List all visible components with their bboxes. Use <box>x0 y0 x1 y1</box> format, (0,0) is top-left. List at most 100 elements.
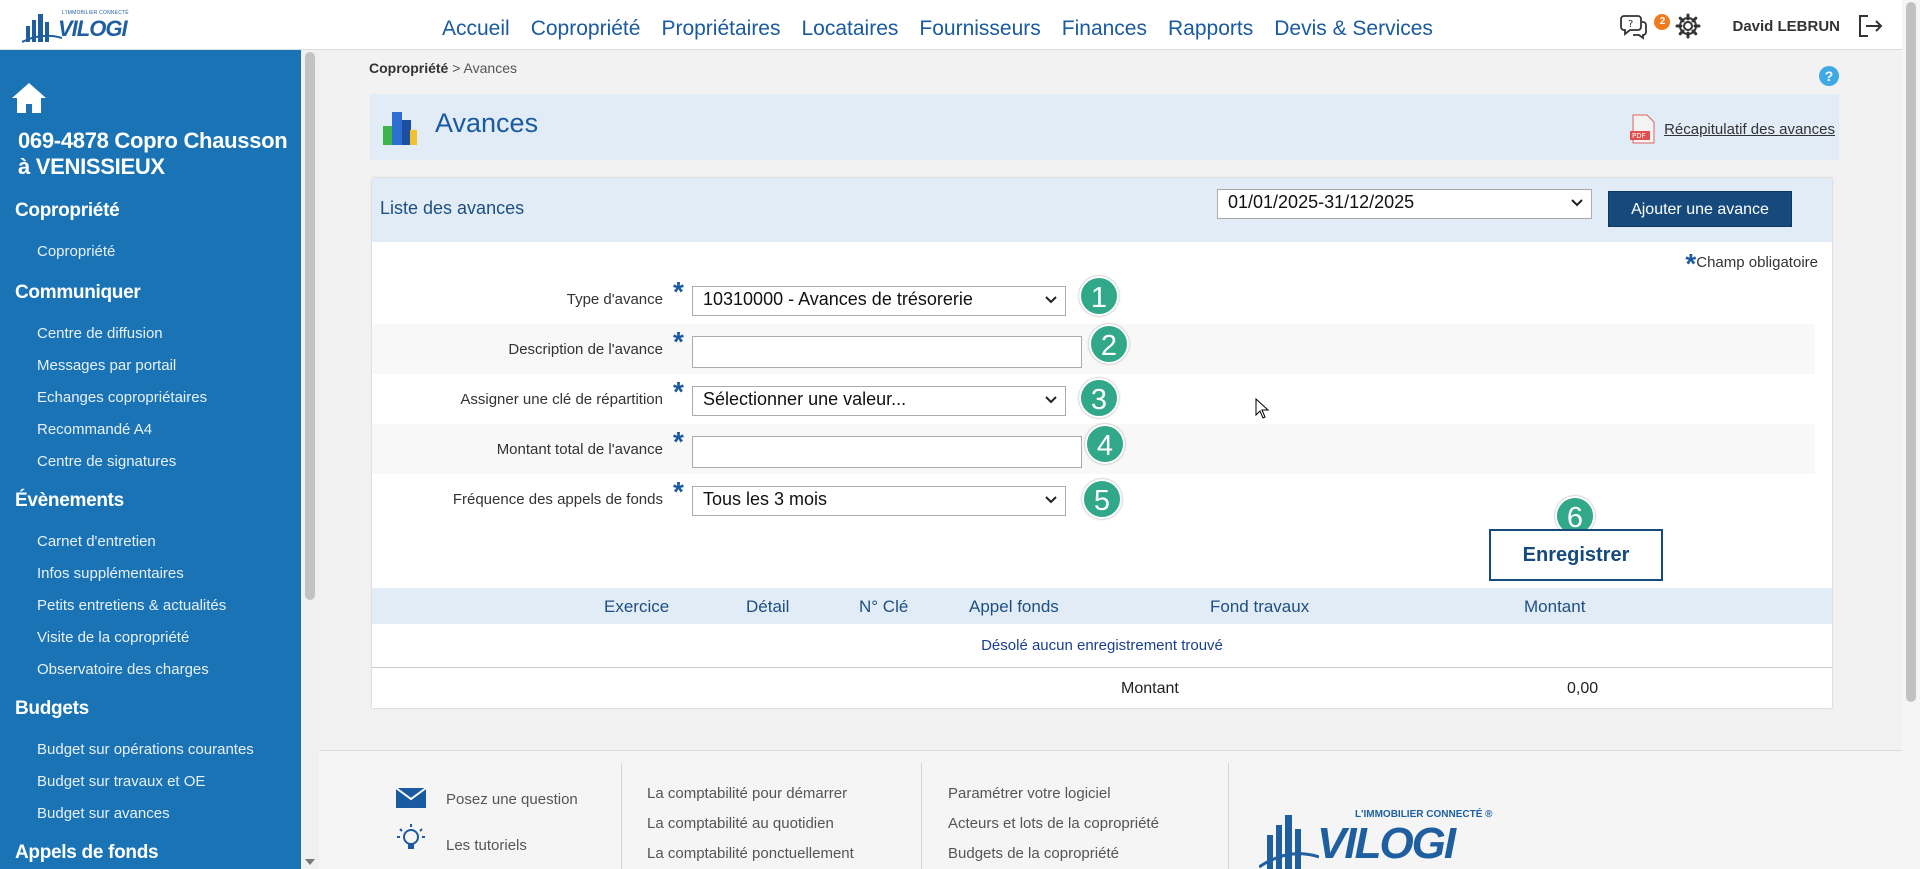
required-star: * <box>673 376 684 407</box>
page-scroll-thumb[interactable] <box>1906 2 1916 702</box>
sidebar-item-infos[interactable]: Infos supplémentaires <box>37 565 184 582</box>
description-input[interactable] <box>692 336 1082 368</box>
column-fond-travaux[interactable]: Fond travaux <box>1210 597 1309 617</box>
sidebar-item-messages-portail[interactable]: Messages par portail <box>37 357 176 374</box>
panel-header: Liste des avances 01/01/2025-31/12/2025 … <box>372 178 1832 242</box>
footer-budgets[interactable]: Budgets de la copropriété <box>948 845 1119 862</box>
required-note-text: Champ obligatoire <box>1696 254 1818 271</box>
add-avance-button[interactable]: Ajouter une avance <box>1608 191 1792 227</box>
breadcrumb-parent[interactable]: Copropriété <box>369 60 448 76</box>
user-name[interactable]: David LEBRUN <box>1732 18 1840 35</box>
logout-icon[interactable] <box>1856 12 1884 40</box>
home-icon[interactable] <box>10 80 48 116</box>
footer-divider <box>621 763 622 869</box>
nav-accueil[interactable]: Accueil <box>442 17 510 41</box>
nav-locataires[interactable]: Locataires <box>802 17 899 41</box>
support-chat-button[interactable]: ? 2 <box>1620 12 1671 40</box>
footer-divider <box>1228 763 1229 869</box>
frequence-select[interactable]: Tous les 3 mois <box>692 486 1066 516</box>
sidebar-item-echanges[interactable]: Echanges copropriétaires <box>37 389 207 406</box>
type-avance-select[interactable]: 10310000 - Avances de trésorerie <box>692 286 1066 316</box>
form-row-type: Type d'avance * 10310000 - Avances de tr… <box>372 274 1815 324</box>
frequence-value: Tous les 3 mois <box>703 489 828 509</box>
help-question-icon[interactable]: ? <box>1819 66 1839 86</box>
nav-fournisseurs[interactable]: Fournisseurs <box>919 17 1040 41</box>
user-area: ? 2 David LEBRUN <box>1620 12 1884 40</box>
sidebar-item-signatures[interactable]: Centre de signatures <box>37 453 176 470</box>
chat-question-icon: ? <box>1620 15 1648 40</box>
nav-proprietaires[interactable]: Propriétaires <box>661 17 780 41</box>
logo-buildings-icon <box>1259 815 1319 869</box>
montant-input[interactable] <box>692 436 1082 468</box>
svg-text:PDF: PDF <box>1632 132 1646 140</box>
page-scrollbar[interactable] <box>1902 0 1920 869</box>
column-no-cle[interactable]: N° Clé <box>859 597 908 617</box>
sidebar-item-carnet[interactable]: Carnet d'entretien <box>37 533 156 550</box>
sidebar-item-budget-travaux[interactable]: Budget sur travaux et OE <box>37 773 205 790</box>
sidebar-item-recommande[interactable]: Recommandé A4 <box>37 421 152 438</box>
recap-pdf-link[interactable]: PDF Récapitulatif des avances <box>1630 114 1835 144</box>
footer-compta-quotidien[interactable]: La comptabilité au quotidien <box>647 815 834 832</box>
sidebar-item-visite[interactable]: Visite de la copropriété <box>37 629 189 646</box>
notification-badge: 2 <box>1654 14 1671 30</box>
description-label: Description de l'avance <box>508 341 663 358</box>
lightbulb-icon <box>397 824 425 849</box>
step-marker-1: 1 <box>1079 276 1119 316</box>
form-row-montant: Montant total de l'avance * 4 <box>372 424 1815 474</box>
logo-buildings-icon <box>22 14 62 43</box>
form-row-frequence: Fréquence des appels de fonds * Tous les… <box>372 474 1815 524</box>
cle-repartition-select[interactable]: Sélectionner une valeur... <box>692 386 1066 416</box>
save-button[interactable]: Enregistrer <box>1489 529 1663 581</box>
cle-repartition-value: Sélectionner une valeur... <box>703 389 907 409</box>
sidebar-section-evenements[interactable]: Évènements <box>15 490 124 512</box>
footer-vilogi-logo: L'IMMOBILIER CONNECTÉ ® VILOGI <box>1259 805 1519 869</box>
footer-posez-question[interactable]: Posez une question <box>446 791 578 808</box>
column-detail[interactable]: Détail <box>746 597 789 617</box>
sidebar-section-communiquer[interactable]: Communiquer <box>15 282 141 304</box>
sidebar-item-petits-entretiens[interactable]: Petits entretiens & actualités <box>37 597 226 614</box>
period-value: 01/01/2025-31/12/2025 <box>1228 192 1415 212</box>
footer-divider <box>921 763 922 869</box>
period-select[interactable]: 01/01/2025-31/12/2025 <box>1217 189 1592 219</box>
sidebar-section-appels-fonds[interactable]: Appels de fonds <box>15 842 159 864</box>
footer-acteurs-lots[interactable]: Acteurs et lots de la copropriété <box>948 815 1159 832</box>
nav-devis-services[interactable]: Devis & Services <box>1274 17 1433 41</box>
sidebar-section-copropriete[interactable]: Copropriété <box>15 200 120 222</box>
main-content: Copropriété > Avances ? Avances PDF Réca… <box>319 50 1902 869</box>
sidebar-item-centre-diffusion[interactable]: Centre de diffusion <box>37 325 163 342</box>
breadcrumb-current: Avances <box>463 60 517 76</box>
gear-icon[interactable] <box>1674 12 1702 40</box>
footer-compta-ponctuel[interactable]: La comptabilité ponctuellement <box>647 845 854 862</box>
nav-rapports[interactable]: Rapports <box>1168 17 1253 41</box>
footer-tutoriels[interactable]: Les tutoriels <box>446 837 527 854</box>
column-exercice[interactable]: Exercice <box>604 597 669 617</box>
sidebar-scroll-thumb[interactable] <box>305 52 315 600</box>
nav-copropriete[interactable]: Copropriété <box>531 17 641 41</box>
page-header: Avances PDF Récapitulatif des avances <box>370 94 1839 160</box>
nav-finances[interactable]: Finances <box>1062 17 1147 41</box>
step-marker-4: 4 <box>1085 424 1125 464</box>
column-appel-fonds[interactable]: Appel fonds <box>969 597 1059 617</box>
recap-pdf-label[interactable]: Récapitulatif des avances <box>1664 121 1835 138</box>
form-row-description: Description de l'avance * 2 <box>372 324 1815 374</box>
vilogi-logo[interactable]: L'IMMOBILIER CONNECTÉ VILOGI <box>22 10 132 44</box>
table-header: Exercice Détail N° Clé Appel fonds Fond … <box>372 588 1832 624</box>
footer-compta-demarrer[interactable]: La comptabilité pour démarrer <box>647 785 847 802</box>
sidebar-item-copropriete[interactable]: Copropriété <box>37 243 115 260</box>
sidebar-item-budget-courantes[interactable]: Budget sur opérations courantes <box>37 741 254 758</box>
column-montant[interactable]: Montant <box>1524 597 1585 617</box>
page-title: Avances <box>435 108 539 138</box>
sidebar-item-budget-avances[interactable]: Budget sur avances <box>37 805 170 822</box>
main-nav: Accueil Copropriété Propriétaires Locata… <box>442 17 1454 41</box>
footer-parametrer[interactable]: Paramétrer votre logiciel <box>948 785 1111 802</box>
sidebar: 069-4878 Copro Chausson à VENISSIEUX Cop… <box>0 50 301 869</box>
panel-title: Liste des avances <box>380 198 525 218</box>
sidebar-scrollbar[interactable] <box>301 50 319 869</box>
required-star: * <box>673 326 684 357</box>
scroll-down-arrow-icon[interactable] <box>305 859 315 865</box>
sidebar-item-observatoire[interactable]: Observatoire des charges <box>37 661 209 678</box>
top-bar: L'IMMOBILIER CONNECTÉ VILOGI Accueil Cop… <box>0 0 1920 50</box>
total-value: 0,00 <box>1567 680 1599 697</box>
chevron-down-icon <box>1571 199 1583 207</box>
sidebar-section-budgets[interactable]: Budgets <box>15 698 89 720</box>
